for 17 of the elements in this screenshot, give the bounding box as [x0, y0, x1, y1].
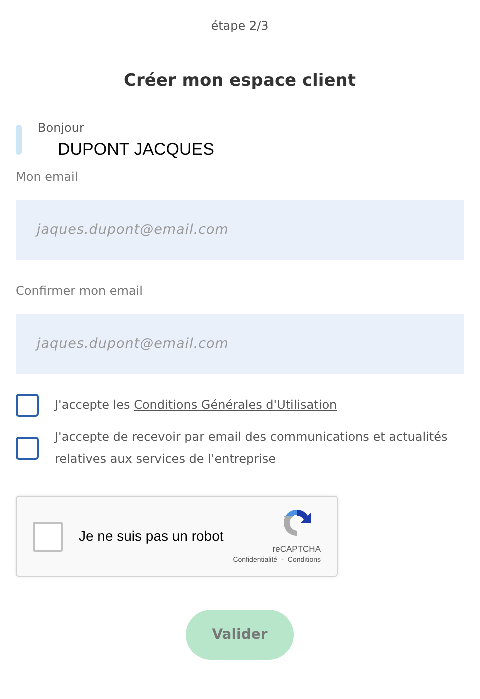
greeting-label: Bonjour [38, 120, 86, 136]
accent-bar [16, 124, 22, 154]
consent-text: J'accepte les Conditions Générales d'Utilisation [55, 396, 338, 414]
field-label: Confirmer mon email [16, 283, 144, 300]
customer-name: DUPONT JACQUES [58, 138, 214, 160]
checkbox[interactable] [16, 394, 39, 417]
page-title: Créer mon espace client [123, 70, 357, 93]
field-label: Mon email [16, 169, 80, 186]
email-field[interactable]: jaques.dupont@email.com [16, 200, 464, 260]
captcha-brand: reCAPTCHA [272, 543, 321, 556]
captcha-checkbox[interactable] [33, 522, 63, 552]
consent-text: J'accepte de recevoir par email des communications et actualités relatives aux services de l'entreprise [55, 429, 449, 468]
terms-link[interactable]: Conditions Générales d'Utilisation [134, 398, 338, 412]
step-indicator: étape 2/3 [210, 18, 270, 35]
email-field[interactable]: jaques.dupont@email.com [16, 314, 464, 374]
checkbox[interactable] [16, 437, 39, 460]
captcha-label: Je ne suis pas un robot [79, 527, 225, 546]
